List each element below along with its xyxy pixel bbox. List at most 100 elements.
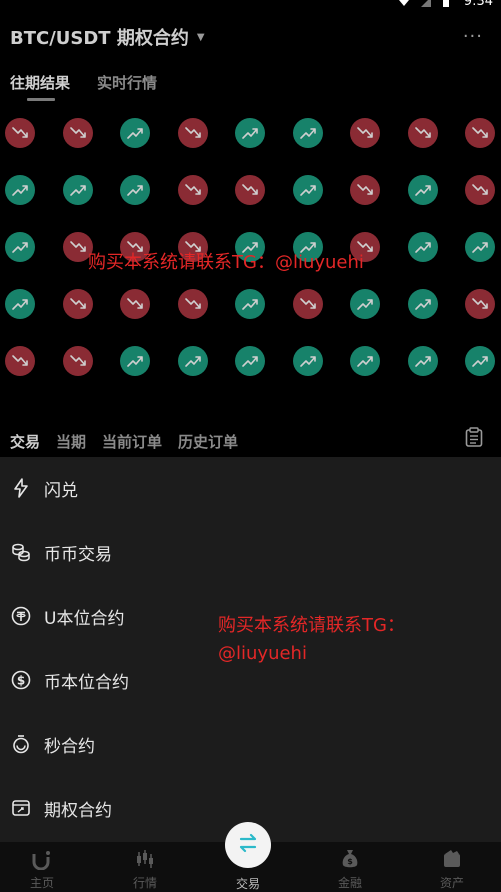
nav-label: 交易 <box>235 877 260 891</box>
result-down-icon <box>407 118 438 148</box>
nav-label: 资产 <box>439 876 464 890</box>
nav-label: 行情 <box>132 876 157 890</box>
money-bag-icon: $ <box>320 848 380 870</box>
result-up-icon <box>407 289 438 319</box>
wallet-icon <box>422 848 482 870</box>
result-down-icon <box>177 289 208 319</box>
result-up-icon <box>407 175 438 205</box>
result-down-icon <box>177 118 208 148</box>
header: BTC/USDT 期权合约 ▼ ··· <box>10 22 491 52</box>
watermark-line: @liuyuehi <box>218 643 307 664</box>
results-row <box>5 175 495 232</box>
result-down-icon <box>62 289 93 319</box>
status-time: 9:34 <box>463 0 493 9</box>
result-up-icon <box>292 175 323 205</box>
menu-item-flash-swap[interactable]: 闪兑 <box>10 473 78 503</box>
result-up-icon <box>235 118 265 148</box>
signal-icon <box>420 0 432 8</box>
result-up-icon <box>235 289 265 319</box>
nav-assets[interactable]: 资产 <box>422 848 482 891</box>
menu-item-label: 期权合约 <box>44 800 112 821</box>
wifi-icon <box>398 0 410 8</box>
lightning-icon <box>10 477 32 499</box>
result-down-icon <box>465 118 495 148</box>
results-row <box>5 118 495 175</box>
tab-current-period[interactable]: 当期 <box>56 431 86 452</box>
result-up-icon <box>5 232 35 262</box>
result-up-icon <box>120 118 150 148</box>
result-up-icon <box>62 175 93 205</box>
battery-icon <box>442 0 454 8</box>
results-row <box>5 289 495 346</box>
result-up-icon <box>5 289 35 319</box>
nav-market[interactable]: 行情 <box>115 848 175 891</box>
result-down-icon <box>120 289 150 319</box>
nav-home[interactable]: 主页 <box>12 848 72 891</box>
result-down-icon <box>5 118 35 148</box>
result-up-icon <box>120 175 150 205</box>
dropdown-caret-icon[interactable]: ▼ <box>197 32 205 43</box>
svg-text:$: $ <box>347 857 353 866</box>
result-down-icon <box>62 118 93 148</box>
result-up-icon <box>177 346 208 376</box>
menu-item-spot-trading[interactable]: 币币交易 <box>10 537 112 567</box>
menu-item-label: 币币交易 <box>44 544 112 565</box>
menu-item-label: U本位合约 <box>44 608 125 629</box>
result-up-icon <box>407 346 438 376</box>
watermark-text: 购买本系统请联系TG：@liuyuehi <box>88 252 364 273</box>
result-up-icon <box>350 346 380 376</box>
menu-item-label: 币本位合约 <box>44 672 129 693</box>
tab-trade[interactable]: 交易 <box>10 431 40 452</box>
nav-trade-button[interactable] <box>225 822 271 868</box>
option-icon <box>10 797 32 819</box>
tab-past-results[interactable]: 往期结果 <box>10 72 70 93</box>
tab-order-history[interactable]: 历史订单 <box>178 431 238 452</box>
home-icon <box>12 848 72 870</box>
menu-item-options-contract[interactable]: 期权合约 <box>10 793 112 823</box>
result-up-icon <box>407 232 438 262</box>
menu-item-second-contract[interactable]: 秒合约 <box>10 729 95 759</box>
result-up-icon <box>120 346 150 376</box>
nav-finance[interactable]: $ 金融 <box>320 848 380 891</box>
active-tab-indicator <box>27 98 55 101</box>
nav-label: 金融 <box>337 876 362 890</box>
nav-label: 主页 <box>29 876 54 890</box>
svg-text:$: $ <box>17 674 25 688</box>
menu-item-coin-futures[interactable]: $ 币本位合约 <box>10 665 129 695</box>
result-down-icon <box>465 289 495 319</box>
swap-arrows-icon <box>236 831 260 859</box>
result-up-icon <box>292 118 323 148</box>
menu-item-usdt-futures[interactable]: U本位合约 <box>10 601 124 631</box>
result-down-icon <box>292 289 323 319</box>
result-down-icon <box>62 346 93 376</box>
orders-list-icon[interactable] <box>465 427 483 451</box>
result-down-icon <box>5 346 35 376</box>
result-down-icon <box>350 118 380 148</box>
order-tabs: 交易 当期 当前订单 历史订单 <box>10 427 491 452</box>
result-down-icon <box>235 175 265 205</box>
status-bar: 9:34 <box>0 0 501 14</box>
result-tabs: 往期结果 实时行情 <box>10 72 157 93</box>
watermark-line: 购买本系统请联系TG： <box>218 615 405 636</box>
watermark-text: 购买本系统请联系TG： @liuyuehi <box>218 612 405 668</box>
result-up-icon <box>465 232 495 262</box>
dollar-icon: $ <box>10 669 32 691</box>
result-up-icon <box>5 175 35 205</box>
tether-icon <box>10 605 32 627</box>
stopwatch-icon <box>10 733 32 755</box>
result-up-icon <box>350 289 380 319</box>
result-up-icon <box>292 346 323 376</box>
page-title[interactable]: BTC/USDT 期权合约 <box>10 24 189 50</box>
more-options-icon[interactable]: ··· <box>463 26 483 47</box>
tab-current-orders[interactable]: 当前订单 <box>102 431 162 452</box>
tab-realtime-market[interactable]: 实时行情 <box>97 72 157 93</box>
result-down-icon <box>177 175 208 205</box>
results-row <box>5 346 495 403</box>
result-up-icon <box>235 346 265 376</box>
menu-item-label: 闪兑 <box>44 480 78 501</box>
coins-icon <box>10 541 32 563</box>
status-icons: 9:34 <box>398 0 493 9</box>
candlestick-icon <box>115 848 175 870</box>
result-down-icon <box>465 175 495 205</box>
result-down-icon <box>350 175 380 205</box>
